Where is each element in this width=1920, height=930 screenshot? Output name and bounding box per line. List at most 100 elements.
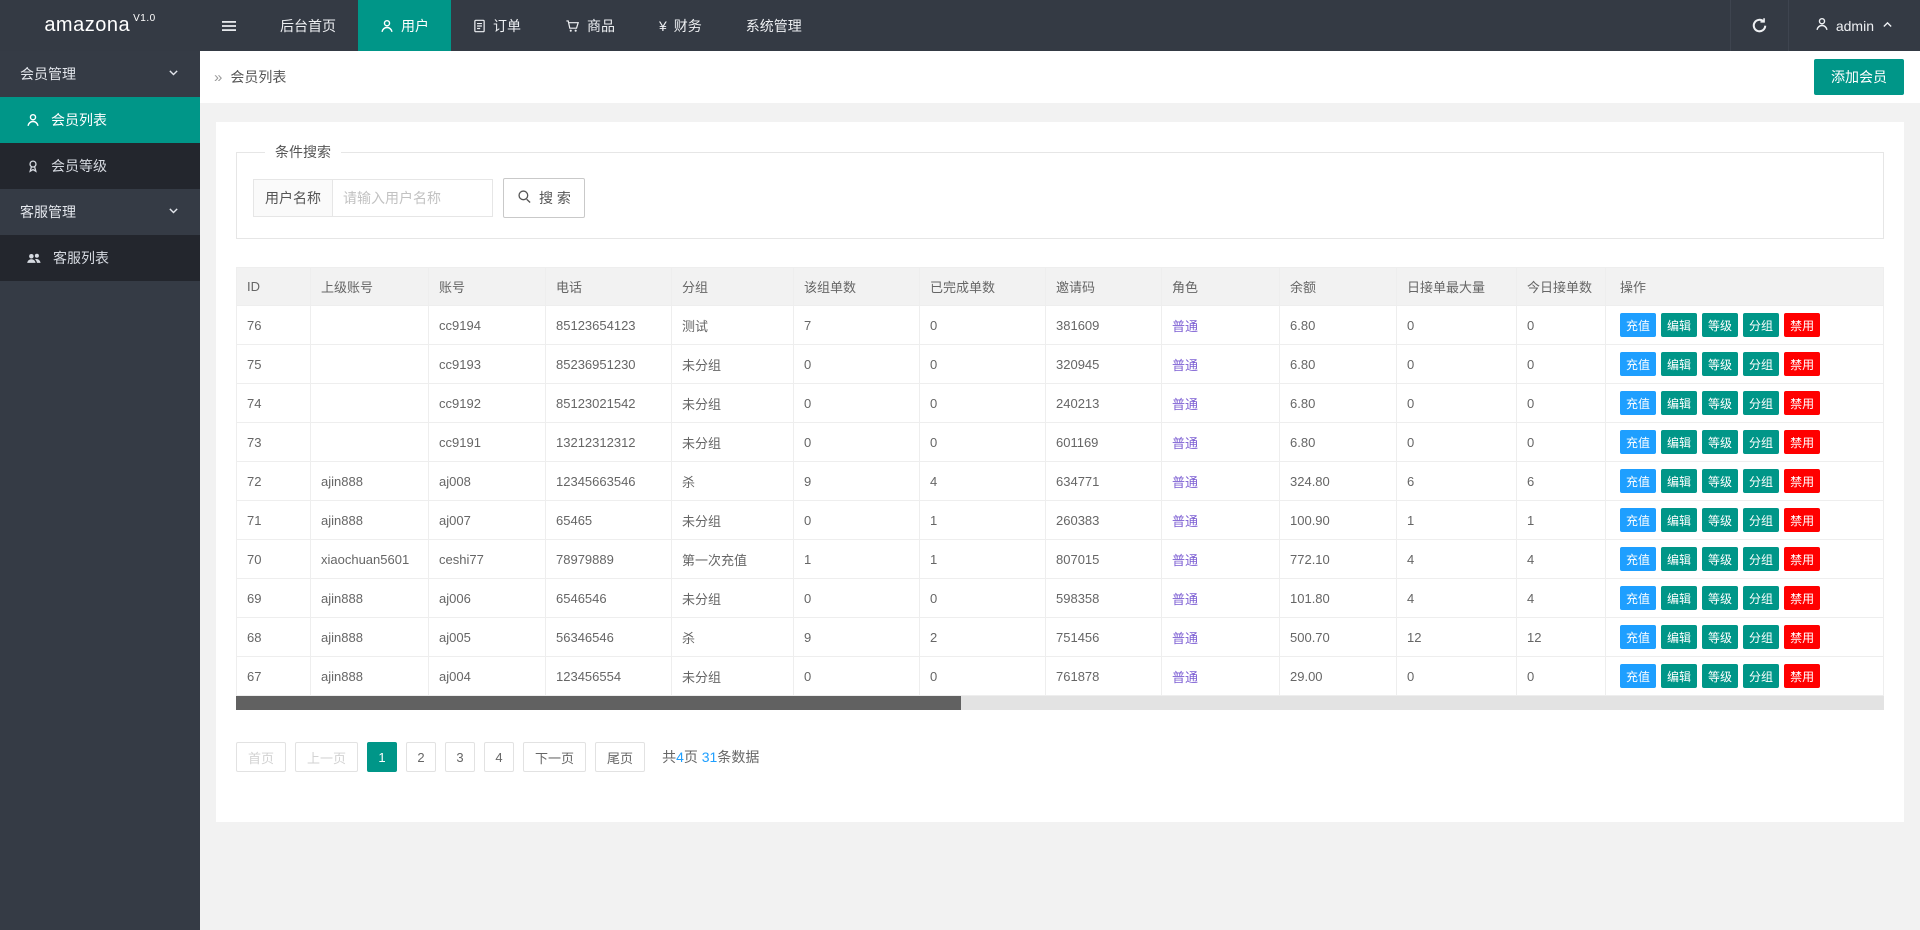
horizontal-scrollbar[interactable]	[236, 696, 1884, 710]
action-禁用-button[interactable]: 禁用	[1784, 352, 1820, 376]
action-等级-button[interactable]: 等级	[1702, 547, 1738, 571]
action-等级-button[interactable]: 等级	[1702, 469, 1738, 493]
action-编辑-button[interactable]: 编辑	[1661, 664, 1697, 688]
action-禁用-button[interactable]: 禁用	[1784, 664, 1820, 688]
action-充值-button[interactable]: 充值	[1620, 547, 1656, 571]
action-分组-button[interactable]: 分组	[1743, 508, 1779, 532]
cell-role: 普通	[1162, 423, 1280, 462]
role-badge[interactable]: 普通	[1172, 514, 1198, 529]
action-等级-button[interactable]: 等级	[1702, 508, 1738, 532]
action-编辑-button[interactable]: 编辑	[1661, 547, 1697, 571]
action-禁用-button[interactable]: 禁用	[1784, 508, 1820, 532]
cell-completed_orders: 0	[920, 345, 1046, 384]
top-tab-商品[interactable]: 商品	[543, 0, 637, 51]
action-充值-button[interactable]: 充值	[1620, 430, 1656, 454]
action-禁用-button[interactable]: 禁用	[1784, 430, 1820, 454]
action-充值-button[interactable]: 充值	[1620, 625, 1656, 649]
admin-menu[interactable]: admin	[1788, 0, 1920, 51]
action-编辑-button[interactable]: 编辑	[1661, 469, 1697, 493]
top-tab-后台首页[interactable]: 后台首页	[258, 0, 358, 51]
pagination-page-4[interactable]: 4	[484, 742, 514, 772]
action-等级-button[interactable]: 等级	[1702, 664, 1738, 688]
role-badge[interactable]: 普通	[1172, 397, 1198, 412]
role-badge[interactable]: 普通	[1172, 436, 1198, 451]
top-tab-系统管理[interactable]: 系统管理	[724, 0, 824, 51]
action-禁用-button[interactable]: 禁用	[1784, 391, 1820, 415]
action-分组-button[interactable]: 分组	[1743, 391, 1779, 415]
role-badge[interactable]: 普通	[1172, 631, 1198, 646]
refresh-icon[interactable]	[1730, 0, 1788, 51]
cell-completed_orders: 0	[920, 423, 1046, 462]
horizontal-scrollbar-thumb[interactable]	[236, 696, 961, 710]
action-等级-button[interactable]: 等级	[1702, 586, 1738, 610]
sidebar-group-会员管理[interactable]: 会员管理	[0, 51, 200, 97]
member-table-wrap: ID上级账号账号电话分组该组单数已完成单数邀请码角色余额日接单最大量今日接单数 …	[236, 267, 1884, 696]
cell-id: 70	[236, 540, 311, 579]
action-充值-button[interactable]: 充值	[1620, 313, 1656, 337]
pagination-next-button[interactable]: 下一页	[523, 742, 586, 772]
action-等级-button[interactable]: 等级	[1702, 313, 1738, 337]
action-充值-button[interactable]: 充值	[1620, 469, 1656, 493]
sidebar-item-会员等级[interactable]: 会员等级	[0, 143, 200, 189]
action-分组-button[interactable]: 分组	[1743, 664, 1779, 688]
action-禁用-button[interactable]: 禁用	[1784, 547, 1820, 571]
pagination-prev-button[interactable]: 上一页	[295, 742, 358, 772]
table-row: 74cc919285123021542未分组00240213普通6.8000	[236, 384, 1633, 423]
pagination-last-button[interactable]: 尾页	[595, 742, 645, 772]
sidebar-group-客服管理[interactable]: 客服管理	[0, 189, 200, 235]
action-分组-button[interactable]: 分组	[1743, 352, 1779, 376]
role-badge[interactable]: 普通	[1172, 553, 1198, 568]
sidebar-item-会员列表[interactable]: 会员列表	[0, 97, 200, 143]
pagination-first-button[interactable]: 首页	[236, 742, 286, 772]
action-编辑-button[interactable]: 编辑	[1661, 586, 1697, 610]
role-badge[interactable]: 普通	[1172, 475, 1198, 490]
action-充值-button[interactable]: 充值	[1620, 352, 1656, 376]
action-等级-button[interactable]: 等级	[1702, 625, 1738, 649]
pagination-page-2[interactable]: 2	[406, 742, 436, 772]
role-badge[interactable]: 普通	[1172, 319, 1198, 334]
role-badge[interactable]: 普通	[1172, 592, 1198, 607]
menu-toggle-icon[interactable]	[200, 0, 258, 51]
role-badge[interactable]: 普通	[1172, 358, 1198, 373]
action-禁用-button[interactable]: 禁用	[1784, 586, 1820, 610]
action-编辑-button[interactable]: 编辑	[1661, 625, 1697, 649]
action-编辑-button[interactable]: 编辑	[1661, 430, 1697, 454]
action-等级-button[interactable]: 等级	[1702, 391, 1738, 415]
pagination-page-1[interactable]: 1	[367, 742, 397, 772]
action-编辑-button[interactable]: 编辑	[1661, 391, 1697, 415]
pagination-page-3[interactable]: 3	[445, 742, 475, 772]
username-input[interactable]	[333, 179, 493, 217]
action-分组-button[interactable]: 分组	[1743, 586, 1779, 610]
top-tab-用户[interactable]: 用户	[358, 0, 451, 51]
action-编辑-button[interactable]: 编辑	[1661, 313, 1697, 337]
action-分组-button[interactable]: 分组	[1743, 547, 1779, 571]
search-button[interactable]: 搜 索	[503, 178, 585, 218]
cell-group: 未分组	[672, 423, 794, 462]
top-tab-订单[interactable]: 订单	[451, 0, 543, 51]
column-header: 邀请码	[1046, 267, 1162, 306]
role-badge[interactable]: 普通	[1172, 670, 1198, 685]
top-tab-财务[interactable]: ¥财务	[637, 0, 724, 51]
column-header: 余额	[1280, 267, 1397, 306]
action-禁用-button[interactable]: 禁用	[1784, 625, 1820, 649]
sidebar-item-客服列表[interactable]: 客服列表	[0, 235, 200, 281]
action-禁用-button[interactable]: 禁用	[1784, 469, 1820, 493]
chevron-down-icon	[167, 204, 180, 220]
action-分组-button[interactable]: 分组	[1743, 625, 1779, 649]
action-充值-button[interactable]: 充值	[1620, 586, 1656, 610]
action-编辑-button[interactable]: 编辑	[1661, 352, 1697, 376]
action-充值-button[interactable]: 充值	[1620, 664, 1656, 688]
action-等级-button[interactable]: 等级	[1702, 352, 1738, 376]
action-编辑-button[interactable]: 编辑	[1661, 508, 1697, 532]
action-分组-button[interactable]: 分组	[1743, 430, 1779, 454]
action-分组-button[interactable]: 分组	[1743, 313, 1779, 337]
add-member-button[interactable]: 添加会员	[1814, 59, 1904, 95]
cell-group_orders: 0	[794, 384, 920, 423]
action-禁用-button[interactable]: 禁用	[1784, 313, 1820, 337]
cell-group: 杀	[672, 618, 794, 657]
cell-invite_code: 761878	[1046, 657, 1162, 696]
action-充值-button[interactable]: 充值	[1620, 391, 1656, 415]
action-等级-button[interactable]: 等级	[1702, 430, 1738, 454]
action-分组-button[interactable]: 分组	[1743, 469, 1779, 493]
action-充值-button[interactable]: 充值	[1620, 508, 1656, 532]
